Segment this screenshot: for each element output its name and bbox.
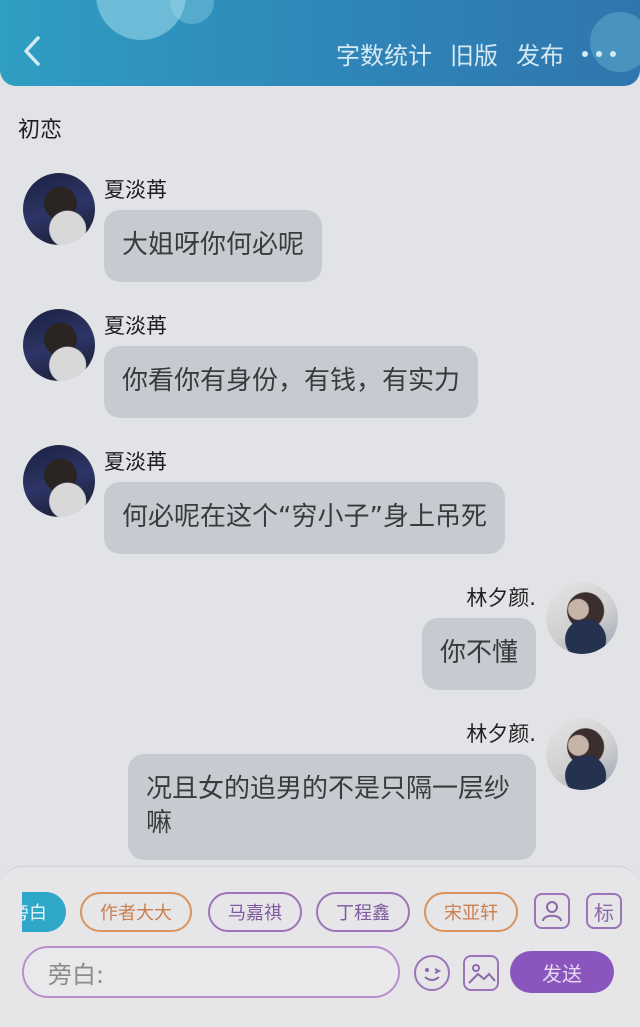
avatar[interactable] (23, 445, 95, 517)
role-chip-ding-chengxin[interactable]: 丁程鑫 (316, 892, 410, 932)
role-chip-ma-jiaqi[interactable]: 马嘉祺 (208, 892, 302, 932)
chat-title: 初恋 (18, 118, 63, 143)
message-bubble[interactable]: 何必呢在这个“穷小子”身上吊死 (104, 482, 505, 554)
avatar[interactable] (23, 309, 95, 381)
send-button[interactable]: 发送 (510, 951, 614, 993)
header-actions: 字数统计 旧版 发布 (336, 36, 616, 71)
more-dots-icon[interactable] (582, 49, 616, 59)
back-button[interactable] (18, 34, 52, 68)
role-chip-narration[interactable]: 旁白 (22, 892, 66, 932)
publish-button[interactable]: 发布 (516, 36, 564, 71)
old-version-button[interactable]: 旧版 (450, 36, 498, 71)
emoji-icon[interactable] (414, 955, 450, 991)
person-card-icon[interactable] (534, 893, 570, 929)
sender-name: 夏淡苒 (104, 178, 167, 202)
sender-name: 夏淡苒 (104, 450, 167, 474)
mark-button[interactable]: 标 (586, 893, 622, 929)
message-bubble[interactable]: 你看你有身份，有钱，有实力 (104, 346, 479, 418)
role-chip-author[interactable]: 作者大大 (80, 892, 192, 932)
sender-name: 林夕颜. (466, 722, 536, 746)
message-bubble[interactable]: 况且女的追男的不是只隔一层纱嘛 (128, 754, 536, 860)
emoji-glyph (424, 968, 442, 981)
avatar[interactable] (23, 173, 95, 245)
image-glyph (468, 964, 496, 984)
avatar[interactable] (546, 582, 618, 654)
top-bar: 字数统计 旧版 发布 (0, 0, 640, 86)
image-icon[interactable] (463, 955, 499, 991)
role-chip-song-yaxuan[interactable]: 宋亚轩 (424, 892, 518, 932)
sender-name: 林夕颜. (466, 586, 536, 610)
message-input[interactable]: 旁白: (22, 946, 400, 998)
chevron-left-icon (24, 36, 40, 66)
message-bubble[interactable]: 大姐呀你何必呢 (104, 210, 323, 282)
sender-name: 夏淡苒 (104, 314, 167, 338)
avatar[interactable] (546, 718, 618, 790)
message-bubble[interactable]: 你不懂 (421, 618, 536, 690)
person-card-glyph (542, 901, 562, 922)
role-selector: 旁白 作者大大 马嘉祺 丁程鑫 宋亚轩 (22, 890, 530, 934)
word-count-button[interactable]: 字数统计 (336, 36, 432, 71)
